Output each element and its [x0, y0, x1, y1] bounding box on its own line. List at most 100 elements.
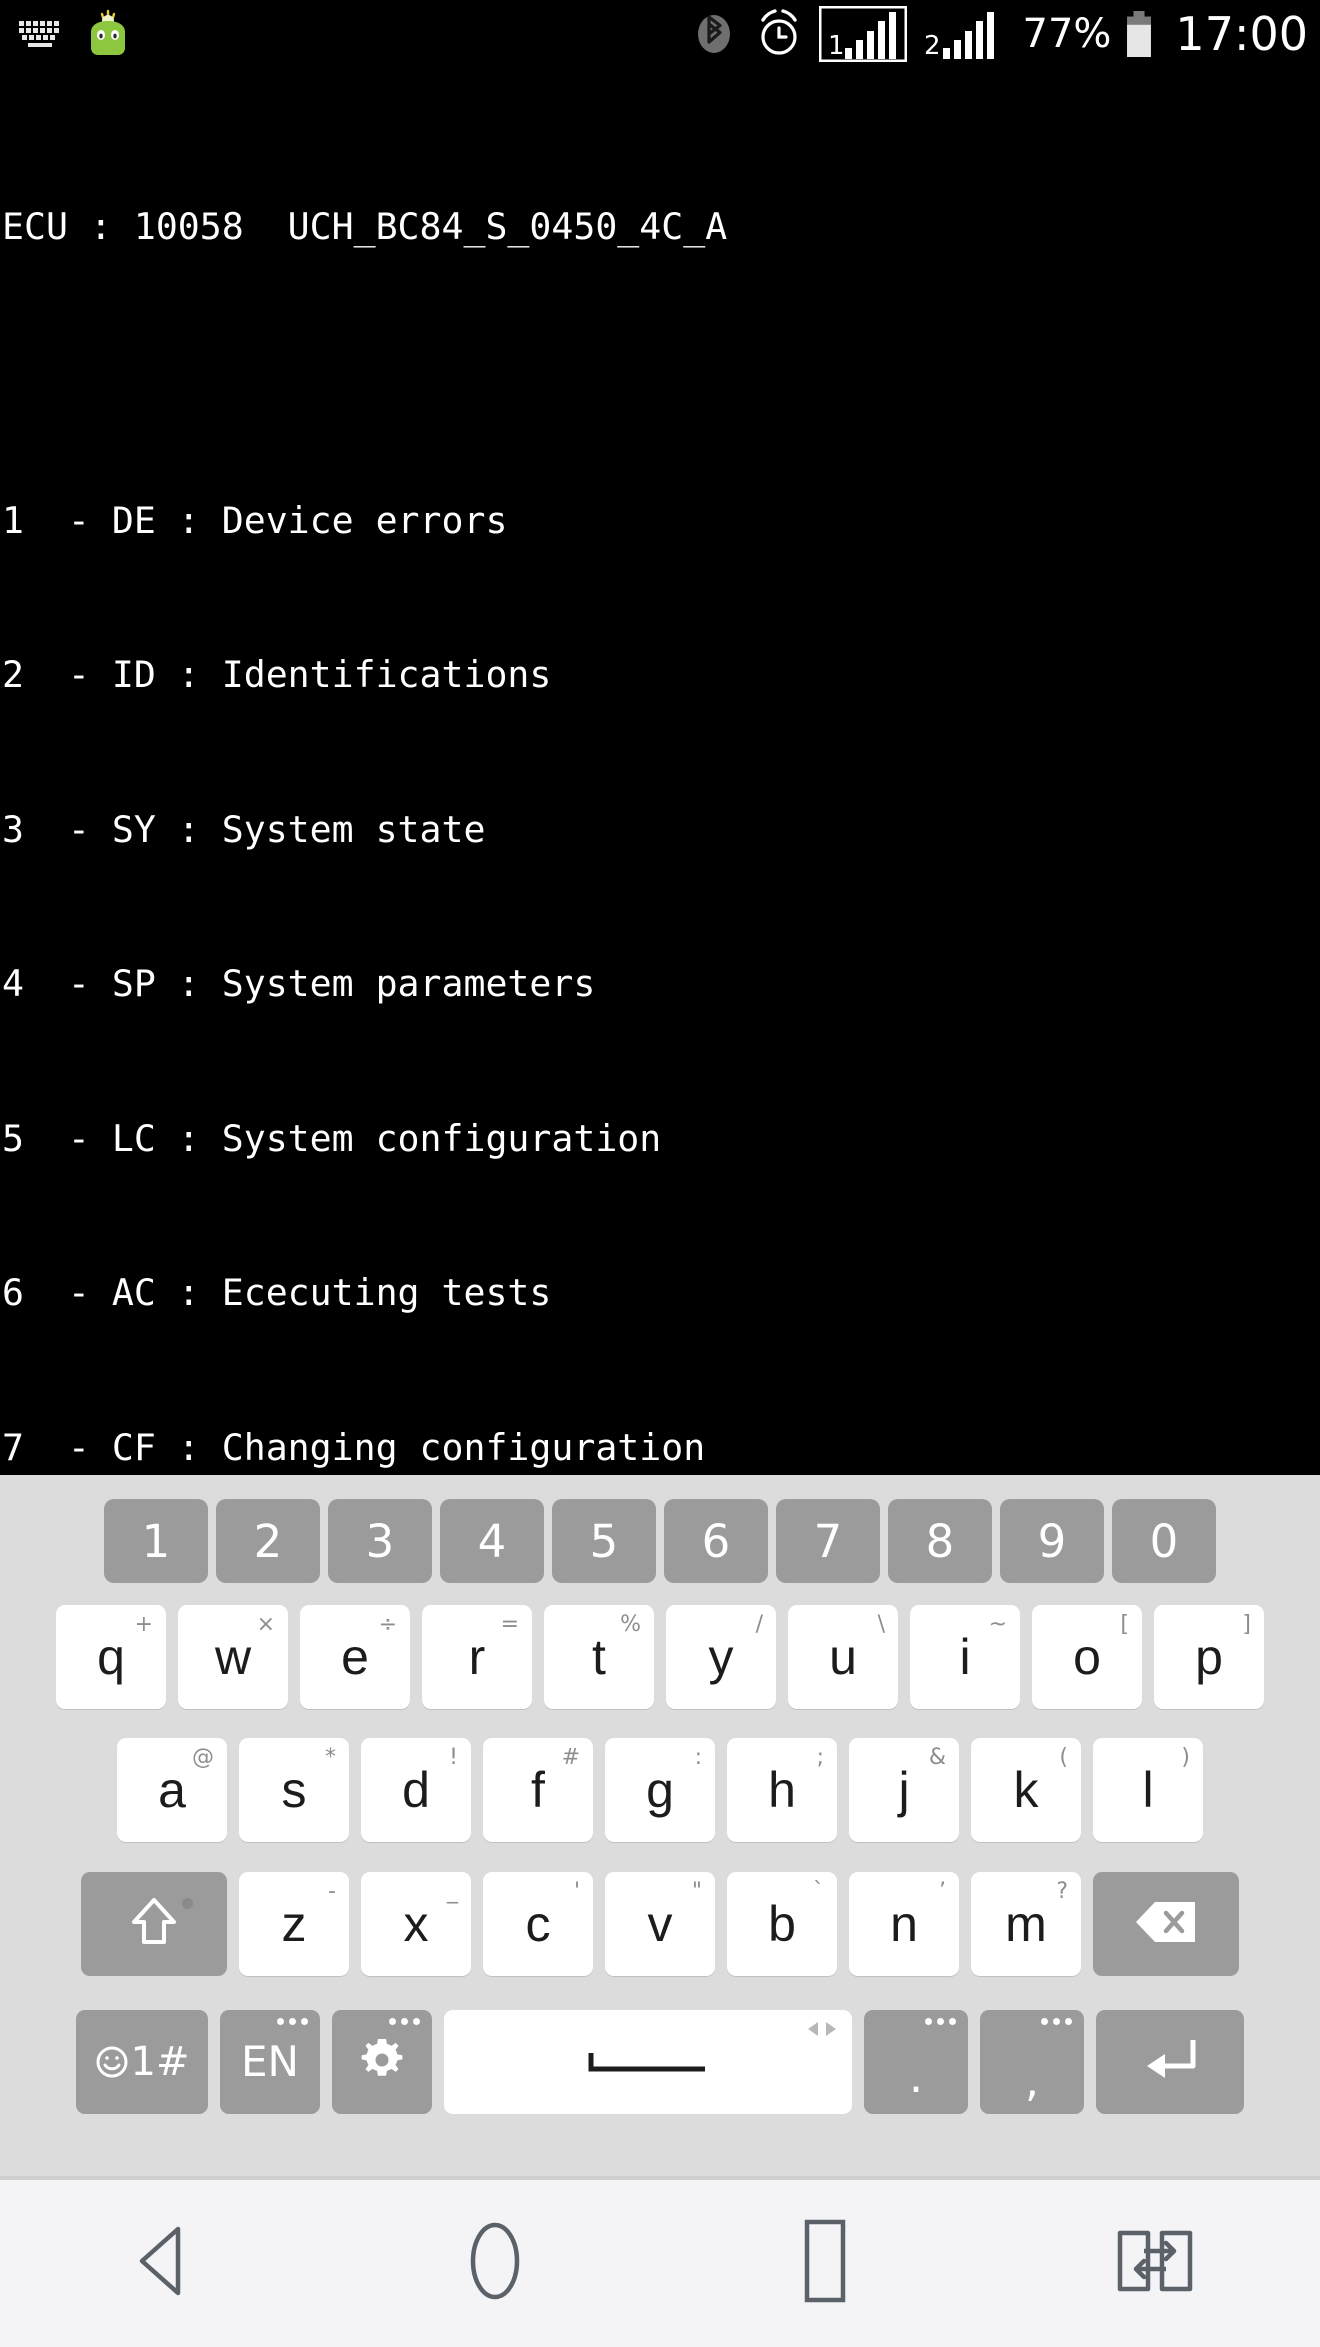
key-p[interactable]: ] p [1154, 1605, 1264, 1709]
key-sup-label: ' [573, 1879, 580, 1904]
key-f[interactable]: # f [483, 1738, 593, 1842]
shift-key[interactable] [81, 1872, 227, 1976]
key-h[interactable]: ; h [727, 1738, 837, 1842]
key-z[interactable]: -z [239, 1872, 349, 1976]
android-app-icon [82, 8, 134, 60]
nav-back-button[interactable] [0, 2180, 330, 2347]
key-label: z [281, 1896, 307, 1952]
keyboard-row-bottom-letters: -z _ x ' c " v ` b ’ n ? m [0, 1857, 1320, 1991]
key-label: 6 [701, 1514, 731, 1568]
key-0[interactable]: 0 [1112, 1499, 1216, 1583]
keyboard-number-row: 1 2 3 4 5 6 7 8 9 0 [0, 1475, 1320, 1591]
key-sup-label: + [134, 1612, 153, 1637]
key-label: q [97, 1629, 125, 1685]
space-icon [583, 2043, 713, 2082]
key-1[interactable]: 1 [104, 1499, 208, 1583]
terminal-menu-item[interactable]: 6 - AC : Ececuting tests [0, 1267, 1320, 1319]
key-8[interactable]: 8 [888, 1499, 992, 1583]
key-label: f [531, 1762, 545, 1818]
key-sup-label: [ [1120, 1612, 1129, 1637]
key-sup-label: # [561, 1745, 580, 1770]
key-3[interactable]: 3 [328, 1499, 432, 1583]
key-w[interactable]: × w [178, 1605, 288, 1709]
key-r[interactable]: = r [422, 1605, 532, 1709]
terminal-menu-item[interactable]: 2 - ID : Identifications [0, 649, 1320, 701]
terminal-menu-item[interactable]: 1 - DE : Device errors [0, 495, 1320, 547]
key-label: v [647, 1896, 673, 1952]
phone-screen: 1 2 77% 17:00 ECU: 10058 UCH_BC84_S_045… [0, 0, 1320, 2347]
key-i[interactable]: ~ i [910, 1605, 1020, 1709]
terminal-menu-item[interactable]: 7 - CF : Changing configuration [0, 1422, 1320, 1474]
key-label: t [592, 1629, 606, 1685]
key-j[interactable]: & j [849, 1738, 959, 1842]
symbols-key[interactable]: 1# [76, 2010, 208, 2114]
key-label: x [403, 1896, 429, 1952]
key-sup-label: = [500, 1612, 519, 1637]
key-label: m [1005, 1896, 1047, 1952]
key-9[interactable]: 9 [1000, 1499, 1104, 1583]
terminal-menu-item[interactable]: 4 - SP : System parameters [0, 958, 1320, 1010]
key-b[interactable]: ` b [727, 1872, 837, 1976]
shift-icon [126, 1892, 182, 1957]
key-a[interactable]: @ a [117, 1738, 227, 1842]
key-sup-label: ? [1056, 1879, 1068, 1904]
key-q[interactable]: + q [56, 1605, 166, 1709]
key-label: d [402, 1762, 430, 1818]
backspace-key[interactable] [1093, 1872, 1239, 1976]
nav-home-button[interactable] [330, 2180, 660, 2347]
key-t[interactable]: % t [544, 1605, 654, 1709]
keyboard-row-home: @ a * s ! d # f :g ; h & j (k ) l [0, 1723, 1320, 1857]
period-key[interactable]: . [864, 2010, 968, 2114]
key-label: n [890, 1896, 918, 1952]
key-y[interactable]: / y [666, 1605, 776, 1709]
key-sup-label: ! [449, 1745, 458, 1770]
backspace-icon [1133, 1899, 1199, 1950]
key-label: k [1013, 1762, 1039, 1818]
key-e[interactable]: ÷ e [300, 1605, 410, 1709]
more-options-dots-icon [277, 2018, 308, 2025]
signal-sim1-icon: 1 [818, 6, 907, 62]
key-g[interactable]: :g [605, 1738, 715, 1842]
key-label: 2 [253, 1514, 283, 1568]
language-key[interactable]: EN [220, 2010, 320, 2114]
android-navigation-bar [0, 2180, 1320, 2347]
nav-switch-app-button[interactable] [990, 2180, 1320, 2347]
key-label: c [525, 1896, 551, 1952]
key-l[interactable]: ) l [1093, 1738, 1203, 1842]
key-sup-label: * [325, 1745, 336, 1770]
key-d[interactable]: ! d [361, 1738, 471, 1842]
key-c[interactable]: ' c [483, 1872, 593, 1976]
space-key[interactable] [444, 2010, 852, 2114]
key-5[interactable]: 5 [552, 1499, 656, 1583]
comma-key[interactable]: , [980, 2010, 1084, 2114]
keyboard-row-function: 1# EN . , [0, 1991, 1320, 2133]
key-4[interactable]: 4 [440, 1499, 544, 1583]
battery-percent-label: 77% [1022, 11, 1112, 57]
key-n[interactable]: ’ n [849, 1872, 959, 1976]
key-label: j [898, 1762, 910, 1818]
key-k[interactable]: (k [971, 1738, 1081, 1842]
key-2[interactable]: 2 [216, 1499, 320, 1583]
key-o[interactable]: [o [1032, 1605, 1142, 1709]
key-label: 1 [141, 1514, 171, 1568]
terminal-output[interactable]: ECU : 10058 UCH_BC84_S_0450_4C_A 1 - DE … [0, 68, 1320, 1475]
key-u[interactable]: \ u [788, 1605, 898, 1709]
key-label: e [341, 1629, 369, 1685]
key-sup-label: _ [447, 1879, 458, 1904]
status-bar: 1 2 77% 17:00 [0, 0, 1320, 68]
status-bar-left [18, 0, 134, 68]
key-s[interactable]: * s [239, 1738, 349, 1842]
settings-key[interactable] [332, 2010, 432, 2114]
nav-recents-button[interactable] [660, 2180, 990, 2347]
key-7[interactable]: 7 [776, 1499, 880, 1583]
terminal-menu-item[interactable]: 3 - SY : System state [0, 804, 1320, 856]
terminal-menu-item[interactable]: 5 - LC : System configuration [0, 1113, 1320, 1165]
key-6[interactable]: 6 [664, 1499, 768, 1583]
key-label: 9 [1037, 1514, 1067, 1568]
symbols-key-label: 1# [130, 2039, 190, 2085]
key-v[interactable]: " v [605, 1872, 715, 1976]
key-m[interactable]: ? m [971, 1872, 1081, 1976]
enter-key[interactable] [1096, 2010, 1244, 2114]
key-sup-label: " [691, 1879, 702, 1904]
key-x[interactable]: _ x [361, 1872, 471, 1976]
